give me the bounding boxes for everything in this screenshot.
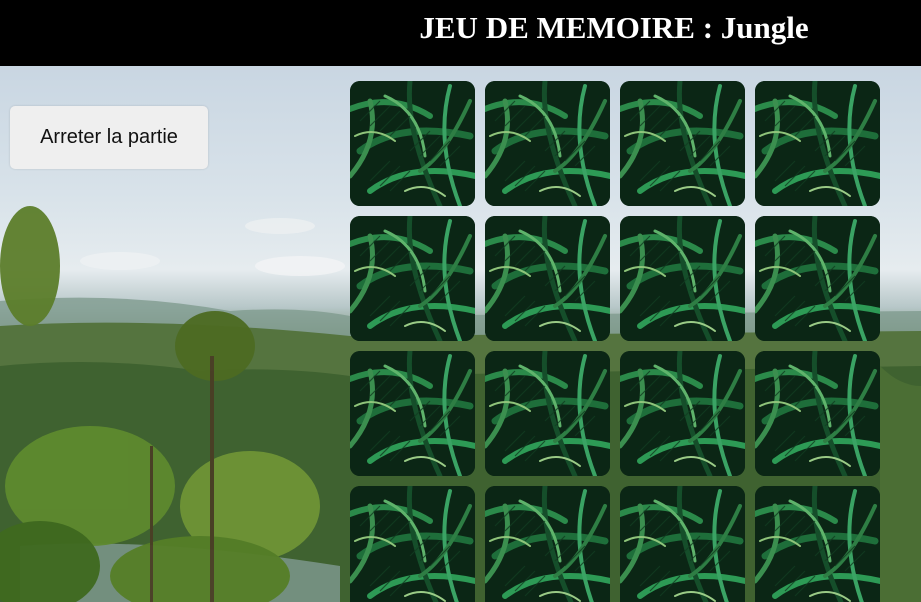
memory-card[interactable] bbox=[755, 351, 880, 476]
palm-leaves-icon bbox=[350, 351, 475, 476]
memory-card[interactable] bbox=[755, 81, 880, 206]
memory-card[interactable] bbox=[350, 81, 475, 206]
memory-card[interactable] bbox=[485, 81, 610, 206]
palm-leaves-icon bbox=[485, 351, 610, 476]
palm-leaves-icon bbox=[620, 81, 745, 206]
palm-leaves-icon bbox=[755, 351, 880, 476]
stop-game-button[interactable]: Arreter la partie bbox=[10, 106, 208, 169]
palm-leaves-icon bbox=[620, 351, 745, 476]
memory-card[interactable] bbox=[620, 216, 745, 341]
memory-card[interactable] bbox=[350, 351, 475, 476]
palm-leaves-icon bbox=[620, 486, 745, 602]
memory-card[interactable] bbox=[755, 486, 880, 602]
palm-leaves-icon bbox=[755, 81, 880, 206]
palm-leaves-icon bbox=[755, 486, 880, 602]
palm-leaves-icon bbox=[485, 486, 610, 602]
palm-leaves-icon bbox=[350, 216, 475, 341]
palm-leaves-icon bbox=[620, 216, 745, 341]
header-bar: JEU DE MEMOIRE : Jungle bbox=[0, 0, 921, 66]
memory-card[interactable] bbox=[620, 81, 745, 206]
memory-card[interactable] bbox=[620, 486, 745, 602]
palm-leaves-icon bbox=[755, 216, 880, 341]
memory-card[interactable] bbox=[485, 216, 610, 341]
palm-leaves-icon bbox=[485, 216, 610, 341]
memory-card[interactable] bbox=[755, 216, 880, 341]
memory-card[interactable] bbox=[620, 351, 745, 476]
palm-leaves-icon bbox=[350, 486, 475, 602]
page-title: JEU DE MEMOIRE : Jungle bbox=[419, 10, 809, 45]
memory-card[interactable] bbox=[350, 216, 475, 341]
palm-leaves-icon bbox=[485, 81, 610, 206]
memory-card[interactable] bbox=[485, 351, 610, 476]
memory-card[interactable] bbox=[485, 486, 610, 602]
memory-card[interactable] bbox=[350, 486, 475, 602]
palm-leaves-icon bbox=[350, 81, 475, 206]
memory-card-grid bbox=[350, 81, 880, 602]
